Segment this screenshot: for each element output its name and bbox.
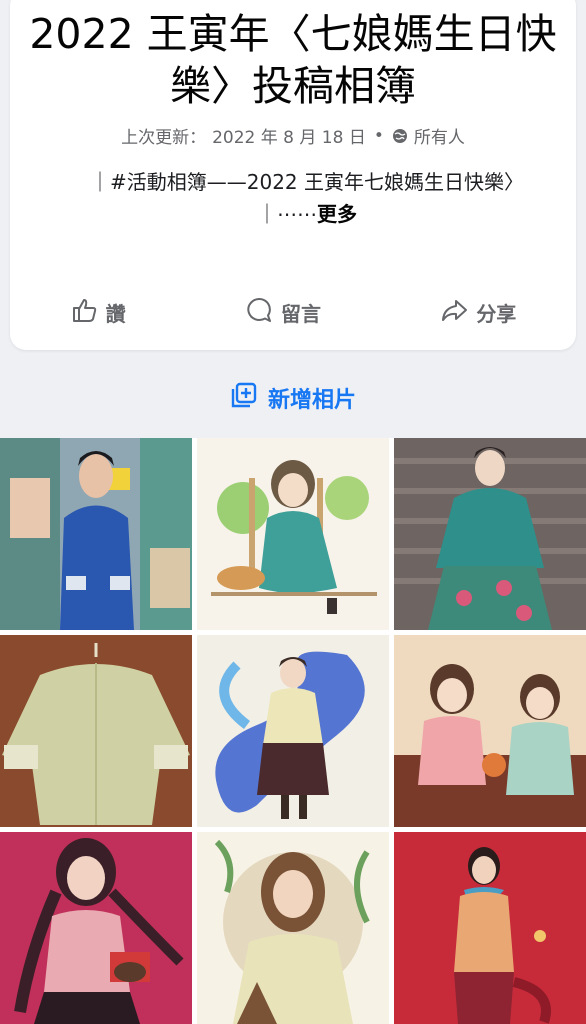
audience-label[interactable]: 所有人 [414,123,465,148]
like-label: 讚 [105,301,126,326]
photo-grid [0,438,586,1024]
comment-icon [245,296,273,329]
updated-date: 2022 年 8 月 18 日 [212,128,366,148]
photo-braided-girl-illustration [0,832,192,1024]
album-description: ｜#活動相簿——2022 王寅年七娘媽生日快樂〉｜⋯⋯更多 [72,166,542,230]
photo-tile-7[interactable] [0,832,192,1024]
share-label: 分享 [476,301,517,326]
share-button[interactable]: 分享 [440,296,516,329]
photo-tile-4[interactable] [0,635,192,827]
updated-label: 上次更新： [121,128,207,148]
like-button[interactable]: 讚 [70,296,126,329]
add-photo-icon [230,381,258,415]
photo-two-girls-illustration [394,635,586,827]
share-arrow-icon [440,296,468,329]
photo-tile-3[interactable] [394,438,586,630]
photo-illustration-swirl [197,635,389,827]
add-photo-label: 新增相片 [267,388,356,413]
photo-tile-6[interactable] [394,635,586,827]
photo-woman-red-background [394,832,586,1024]
thumbs-up-icon [70,296,98,329]
album-header-card: 2022 王寅年〈七娘媽生日快樂〉投稿相簿 上次更新： 2022 年 8 月 1… [10,0,576,350]
album-title: 2022 王寅年〈七娘媽生日快樂〉投稿相簿 [29,10,557,110]
photo-woman-blue-shirt [0,438,192,630]
meta-bullet: • [373,125,384,146]
photo-woman-yellow-sweater [197,832,389,1024]
photo-tile-8[interactable] [197,832,389,1024]
comment-label: 留言 [280,301,321,326]
photo-tile-1[interactable] [0,438,192,630]
add-photo-button[interactable]: 新增相片 [0,378,586,418]
photo-tile-2[interactable] [197,438,389,630]
see-more-link[interactable]: 更多 [317,202,357,226]
photo-tile-9[interactable] [394,832,586,1024]
globe-icon [392,126,408,146]
comment-button[interactable]: 留言 [245,296,321,329]
album-meta: 上次更新： 2022 年 8 月 18 日 • 所有人 [10,123,576,149]
action-bar: 讚 留言 分享 [10,292,576,332]
photo-girl-illustration-cat [197,438,389,630]
photo-green-jacket-hanger [0,635,192,827]
photo-tile-5[interactable] [197,635,389,827]
photo-doll-teal-jacket [394,438,586,630]
description-text: ｜#活動相簿——2022 王寅年七娘媽生日快樂〉｜⋯⋯ [89,170,524,226]
